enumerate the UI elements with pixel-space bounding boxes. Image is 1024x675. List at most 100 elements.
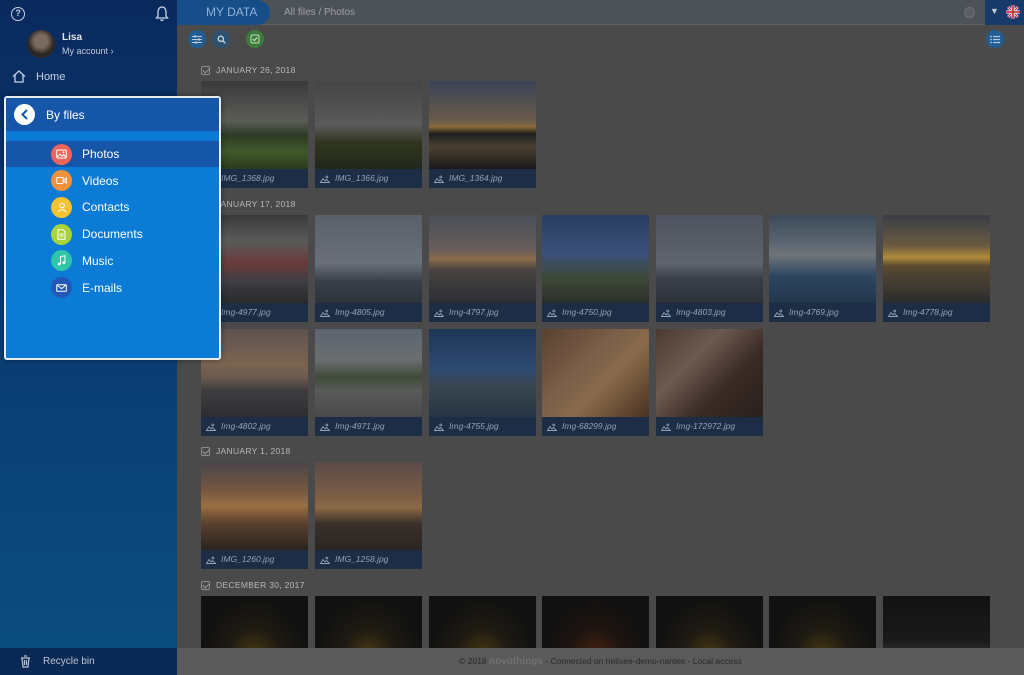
sidebar-item-home[interactable]: Home <box>12 70 65 83</box>
photo-thumbnail[interactable] <box>656 596 763 648</box>
uk-flag-icon <box>1006 5 1020 19</box>
photo-caption: IMG_1260.jpg <box>201 550 308 569</box>
sidebar-item-label: Recycle bin <box>43 656 95 667</box>
photo-image[interactable] <box>315 462 422 550</box>
image-icon <box>51 143 72 165</box>
document-icon <box>51 223 72 245</box>
photo-caption: Img-4803.jpg <box>656 303 763 322</box>
menu-item-e-mails[interactable]: E-mails <box>6 275 219 301</box>
photo-image[interactable] <box>883 596 990 648</box>
menu-item-label: Photos <box>82 147 120 161</box>
date-group-header[interactable]: JANUARY 26, 2018 <box>201 65 296 75</box>
group-date: JANUARY 1, 2018 <box>216 446 291 456</box>
photo-thumbnail[interactable]: Img-172972.jpg <box>656 329 763 436</box>
photo-image[interactable] <box>769 596 876 648</box>
image-icon <box>434 423 444 431</box>
photo-filename: IMG_1258.jpg <box>335 554 389 564</box>
menu-item-videos[interactable]: Videos <box>6 168 219 194</box>
photo-thumbnail[interactable]: Img-4797.jpg <box>429 215 536 322</box>
photo-caption: Img-4805.jpg <box>315 303 422 322</box>
date-group-header[interactable]: JANUARY 1, 2018 <box>201 446 291 456</box>
photo-filename: Img-4797.jpg <box>449 307 499 317</box>
photo-image[interactable] <box>315 215 422 303</box>
photo-thumbnail[interactable]: Img-4778.jpg <box>883 215 990 322</box>
photo-caption: Img-4971.jpg <box>315 417 422 436</box>
photo-thumbnail[interactable]: Img-4769.jpg <box>769 215 876 322</box>
photo-thumbnail[interactable] <box>542 596 649 648</box>
select-group-checkbox[interactable] <box>201 580 210 590</box>
photo-image[interactable] <box>201 596 308 648</box>
photo-image[interactable] <box>201 462 308 550</box>
photo-thumbnail[interactable] <box>769 596 876 648</box>
photo-image[interactable] <box>429 329 536 417</box>
photo-image[interactable] <box>656 329 763 417</box>
photo-image[interactable] <box>315 81 422 169</box>
sidebar-item-recycle-bin[interactable]: Recycle bin <box>0 648 177 675</box>
status-indicator-icon[interactable] <box>964 7 975 18</box>
brand-logo: novothings <box>489 656 543 667</box>
image-icon <box>547 423 557 431</box>
filter-button[interactable] <box>188 30 206 48</box>
image-icon <box>320 423 330 431</box>
photo-image[interactable] <box>429 596 536 648</box>
back-button[interactable] <box>14 104 35 125</box>
my-account-link[interactable]: My account › <box>62 46 114 56</box>
photo-image[interactable] <box>883 215 990 303</box>
video-icon <box>51 170 72 192</box>
image-icon <box>547 309 557 317</box>
user-profile[interactable]: Lisa My account › <box>27 30 114 58</box>
select-button[interactable] <box>246 30 264 48</box>
photo-thumbnail[interactable] <box>883 596 990 648</box>
select-group-checkbox[interactable] <box>201 65 210 75</box>
photo-thumbnail[interactable]: IMG_1260.jpg <box>201 462 308 569</box>
group-date: JANUARY 17, 2018 <box>216 199 296 209</box>
photo-image[interactable] <box>542 596 649 648</box>
photo-filename: IMG_1366.jpg <box>335 173 389 183</box>
menu-item-contacts[interactable]: Contacts <box>6 194 219 220</box>
photo-thumbnail[interactable]: Img-4750.jpg <box>542 215 649 322</box>
photo-thumbnail[interactable]: Img-68299.jpg <box>542 329 649 436</box>
photo-thumbnail[interactable]: IMG_1258.jpg <box>315 462 422 569</box>
photo-thumbnail[interactable]: Img-4805.jpg <box>315 215 422 322</box>
photo-image[interactable] <box>315 596 422 648</box>
photo-caption: Img-172972.jpg <box>656 417 763 436</box>
toolbar <box>177 26 1024 53</box>
photo-image[interactable] <box>315 329 422 417</box>
language-selector[interactable]: ▼ <box>985 0 1024 25</box>
photo-caption: Img-4750.jpg <box>542 303 649 322</box>
photo-thumbnail[interactable]: IMG_1366.jpg <box>315 81 422 188</box>
photo-caption: Img-4797.jpg <box>429 303 536 322</box>
header: MY DATA All files / Photos ▼ <box>177 0 1024 25</box>
photo-image[interactable] <box>769 215 876 303</box>
bell-icon[interactable] <box>155 6 169 22</box>
sidebar-top: ? <box>0 0 177 28</box>
photo-thumbnail[interactable] <box>201 596 308 648</box>
select-group-checkbox[interactable] <box>201 446 210 456</box>
photo-image[interactable] <box>542 329 649 417</box>
image-icon <box>320 309 330 317</box>
photo-thumbnail[interactable]: IMG_1364.jpg <box>429 81 536 188</box>
photo-thumbnail[interactable]: Img-4755.jpg <box>429 329 536 436</box>
avatar[interactable] <box>27 30 55 58</box>
list-view-button[interactable] <box>986 30 1004 48</box>
photo-image[interactable] <box>542 215 649 303</box>
menu-item-photos[interactable]: Photos <box>6 141 219 167</box>
menu-item-label: Documents <box>82 227 143 242</box>
search-button[interactable] <box>212 30 230 48</box>
photo-thumbnail[interactable] <box>315 596 422 648</box>
photo-thumbnail[interactable]: Img-4803.jpg <box>656 215 763 322</box>
copyright-text: © 2018 <box>459 656 487 666</box>
photo-image[interactable] <box>429 215 536 303</box>
menu-item-documents[interactable]: Documents <box>6 221 219 247</box>
photo-image[interactable] <box>656 215 763 303</box>
menu-item-music[interactable]: Music <box>6 248 219 274</box>
help-icon[interactable]: ? <box>11 7 25 21</box>
photo-thumbnail[interactable] <box>429 596 536 648</box>
tab-my-data[interactable]: MY DATA <box>177 0 270 25</box>
image-icon <box>661 423 671 431</box>
date-group-header[interactable]: DECEMBER 30, 2017 <box>201 580 305 590</box>
photo-thumbnail[interactable]: Img-4971.jpg <box>315 329 422 436</box>
photo-image[interactable] <box>429 81 536 169</box>
photo-filename: Img-68299.jpg <box>562 421 617 431</box>
photo-image[interactable] <box>656 596 763 648</box>
